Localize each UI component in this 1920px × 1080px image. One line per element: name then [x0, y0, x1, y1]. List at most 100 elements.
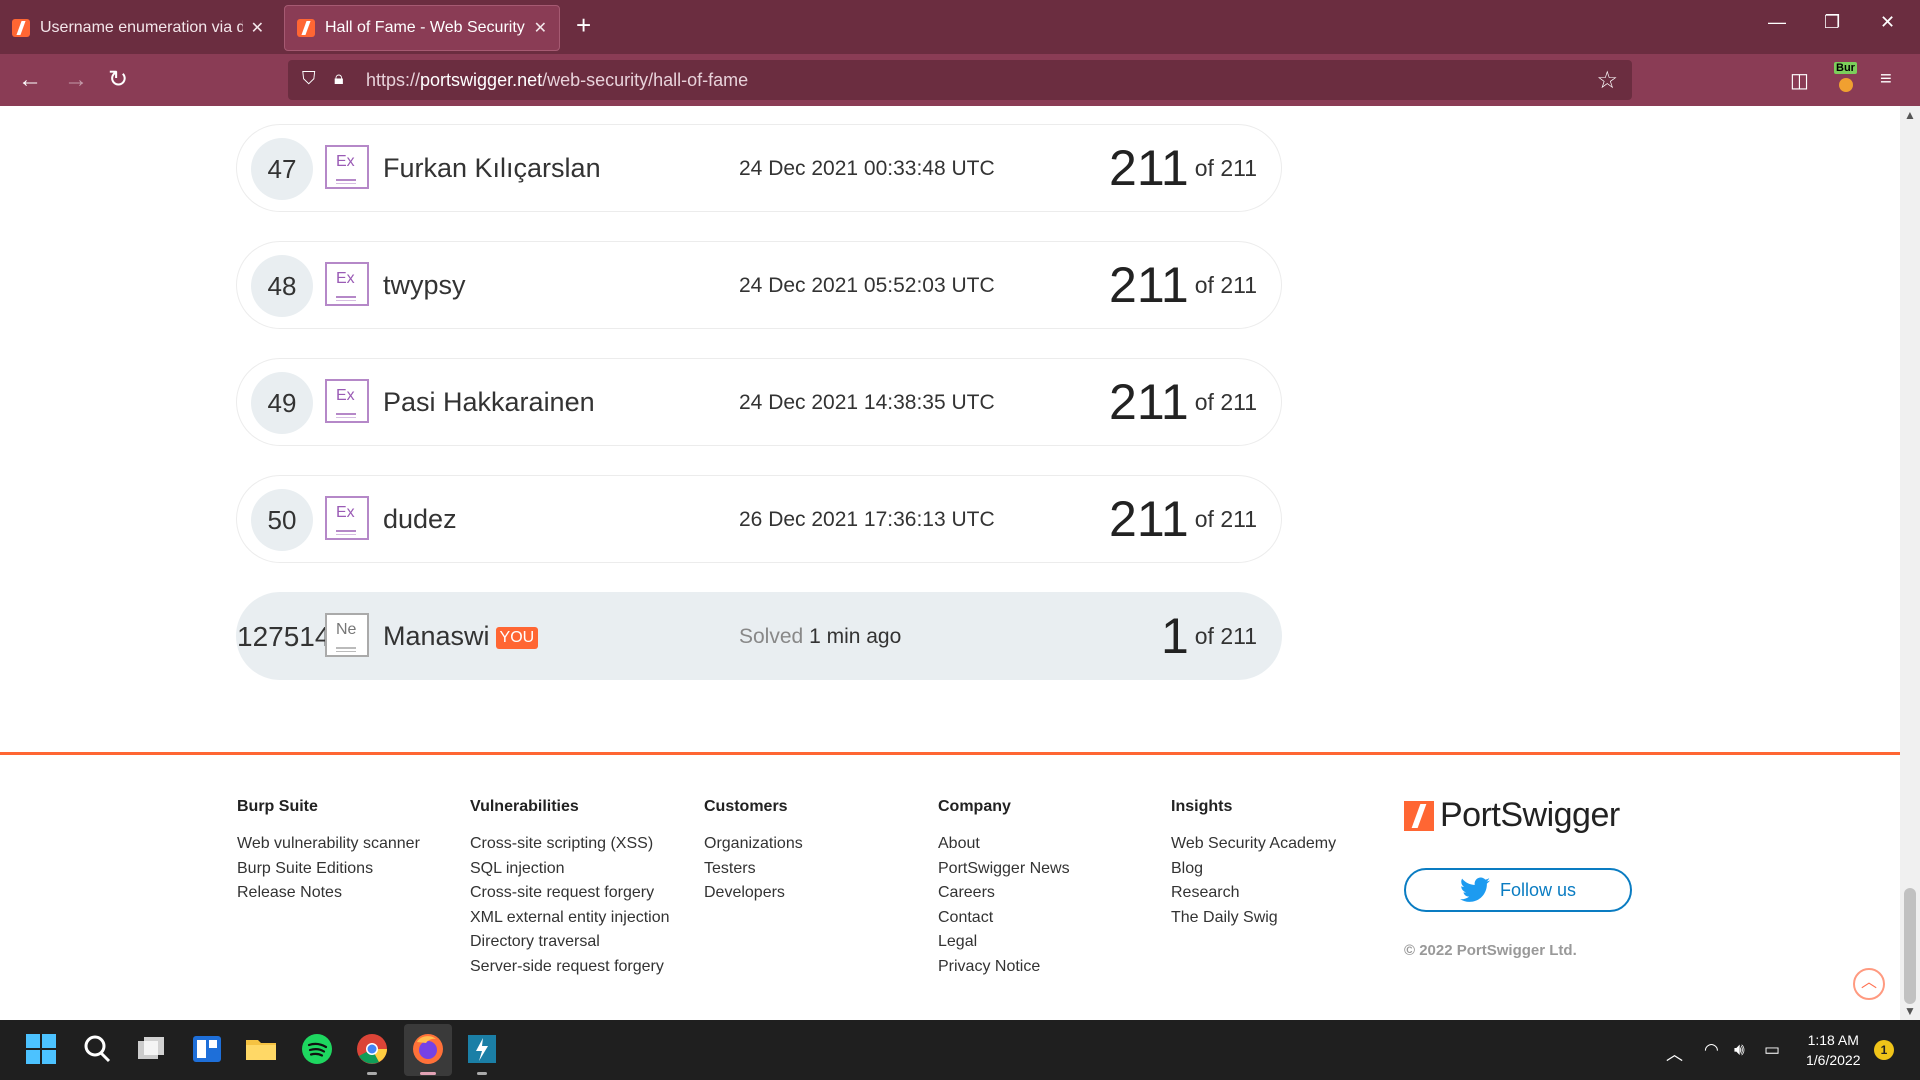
- tab-strip: Username enumeration via diffe ✕ Hall of…: [0, 0, 1920, 54]
- widgets-icon[interactable]: [190, 1032, 224, 1066]
- windows-start-icon[interactable]: [24, 1032, 58, 1066]
- footer-link[interactable]: PortSwigger News: [938, 857, 1070, 882]
- footer-link[interactable]: Careers: [938, 881, 1070, 906]
- close-tab-icon[interactable]: ✕: [534, 18, 547, 38]
- new-tab-icon[interactable]: +: [576, 10, 591, 41]
- footer-link[interactable]: Server-side request forgery: [470, 955, 670, 980]
- url-text[interactable]: https://portswigger.net/web-security/hal…: [366, 70, 748, 91]
- username: dudez: [383, 504, 457, 534]
- burp-extension-icon[interactable]: Bur: [1834, 62, 1860, 92]
- completion-date: 24 Dec 2021 14:38:35 UTC: [739, 391, 995, 414]
- footer-link[interactable]: Release Notes: [237, 881, 420, 906]
- footer-column-customers: Customers Organizations Testers Develope…: [704, 798, 803, 906]
- shield-icon[interactable]: ⛉: [302, 68, 316, 89]
- twitter-bird-icon: [1459, 877, 1490, 902]
- copyright-text: © 2022 PortSwigger Ltd.: [1404, 942, 1577, 959]
- footer-heading: Company: [938, 798, 1011, 815]
- leaderboard-row: 47 Ex Furkan Kılıçarslan 24 Dec 2021 00:…: [236, 124, 1282, 212]
- tab-username-enumeration[interactable]: Username enumeration via diffe ✕: [0, 5, 276, 51]
- scroll-to-top-icon[interactable]: ︿: [1853, 968, 1885, 1000]
- footer-link[interactable]: Organizations: [704, 832, 803, 857]
- scroll-up-icon[interactable]: ▲: [1904, 108, 1916, 122]
- rank-number: 48: [251, 255, 313, 317]
- footer-link[interactable]: Web Security Academy: [1171, 832, 1336, 857]
- burp-suite-icon[interactable]: [465, 1032, 499, 1066]
- footer-link[interactable]: XML external entity injection: [470, 906, 670, 931]
- footer-link[interactable]: About: [938, 832, 1070, 857]
- footer-link[interactable]: Burp Suite Editions: [237, 857, 420, 882]
- rank-number: 49: [251, 372, 313, 434]
- restore-icon[interactable]: ❐: [1824, 12, 1840, 33]
- page-content: 47 Ex Furkan Kılıçarslan 24 Dec 2021 00:…: [0, 106, 1900, 1020]
- score: 211 of 211: [1109, 140, 1257, 196]
- wifi-icon[interactable]: ◠: [1704, 1040, 1719, 1060]
- address-bar[interactable]: ⛉ 🔒︎ https://portswigger.net/web-securit…: [288, 60, 1632, 100]
- firefox-icon[interactable]: [411, 1032, 445, 1066]
- footer-link[interactable]: Contact: [938, 906, 1070, 931]
- follow-us-button[interactable]: Follow us: [1404, 868, 1632, 912]
- notification-badge[interactable]: 1: [1874, 1040, 1894, 1060]
- footer-link[interactable]: Cross-site request forgery: [470, 881, 670, 906]
- battery-icon[interactable]: ▭: [1764, 1040, 1780, 1060]
- scrollbar-thumb[interactable]: [1904, 888, 1916, 1004]
- completion-date: 26 Dec 2021 17:36:13 UTC: [739, 508, 995, 531]
- close-window-icon[interactable]: ✕: [1880, 12, 1895, 33]
- username: Pasi Hakkarainen: [383, 387, 595, 417]
- completion-date: 24 Dec 2021 05:52:03 UTC: [739, 274, 995, 297]
- chrome-icon[interactable]: [355, 1032, 389, 1066]
- footer-column-insights: Insights Web Security Academy Blog Resea…: [1171, 798, 1336, 930]
- search-icon[interactable]: [80, 1032, 114, 1066]
- footer-link[interactable]: Legal: [938, 930, 1070, 955]
- footer-link[interactable]: Cross-site scripting (XSS): [470, 832, 670, 857]
- footer-heading: Insights: [1171, 798, 1233, 815]
- score: 1 of 211: [1160, 608, 1257, 664]
- completion-date: 24 Dec 2021 00:33:48 UTC: [739, 157, 995, 180]
- rank-number: 47: [251, 138, 313, 200]
- task-view-icon[interactable]: [134, 1032, 168, 1066]
- page-scrollbar[interactable]: ▲ ▼: [1900, 106, 1920, 1020]
- expert-badge-icon: Ex: [325, 379, 369, 423]
- footer-link[interactable]: Privacy Notice: [938, 955, 1070, 980]
- volume-icon[interactable]: 🔊︎: [1734, 1040, 1745, 1060]
- tab-title: Username enumeration via diffe: [40, 19, 243, 36]
- footer-heading: Customers: [704, 798, 788, 815]
- navigation-toolbar: ← → ↻ ⛉ 🔒︎ https://portswigger.net/web-s…: [0, 54, 1920, 106]
- leaderboard-row: 49 Ex Pasi Hakkarainen 24 Dec 2021 14:38…: [236, 358, 1282, 446]
- bookmark-star-icon[interactable]: ☆: [1596, 66, 1618, 95]
- score: 211 of 211: [1109, 491, 1257, 547]
- spotify-icon[interactable]: [300, 1032, 334, 1066]
- file-explorer-icon[interactable]: [244, 1032, 278, 1066]
- footer-link[interactable]: Blog: [1171, 857, 1336, 882]
- footer-link[interactable]: Testers: [704, 857, 803, 882]
- tab-title: Hall of Fame - Web Security Ac: [325, 19, 526, 36]
- footer-link[interactable]: Directory traversal: [470, 930, 670, 955]
- close-tab-icon[interactable]: ✕: [251, 18, 264, 38]
- score: 211 of 211: [1109, 257, 1257, 313]
- scroll-down-icon[interactable]: ▼: [1904, 1004, 1916, 1018]
- solved-time: Solved 1 min ago: [739, 625, 902, 648]
- show-hidden-icons-icon[interactable]: ︿: [1666, 1040, 1683, 1065]
- username: Furkan Kılıçarslan: [383, 153, 601, 183]
- minimize-icon[interactable]: —: [1768, 12, 1786, 33]
- forward-icon[interactable]: →: [64, 66, 88, 94]
- menu-icon[interactable]: ≡: [1880, 68, 1892, 91]
- lock-icon[interactable]: 🔒︎: [334, 68, 344, 89]
- portswigger-favicon-icon: [297, 19, 315, 37]
- back-icon[interactable]: ←: [18, 66, 42, 94]
- system-clock[interactable]: 1:18 AM 1/6/2022: [1806, 1030, 1861, 1070]
- current-user-row: 127514 Ne Manaswi YOU Solved 1 min ago 1o…: [236, 592, 1282, 680]
- footer-link[interactable]: Web vulnerability scanner: [237, 832, 420, 857]
- footer-link[interactable]: The Daily Swig: [1171, 906, 1336, 931]
- portswigger-logo-icon: [1404, 800, 1434, 831]
- portswigger-logo[interactable]: PortSwigger: [1404, 796, 1620, 835]
- footer-column-company: Company About PortSwigger News Careers C…: [938, 798, 1070, 979]
- follow-us-label: Follow us: [1499, 879, 1577, 900]
- tab-hall-of-fame[interactable]: Hall of Fame - Web Security Ac ✕: [284, 5, 560, 51]
- footer-link[interactable]: SQL injection: [470, 857, 670, 882]
- rank-number: 50: [251, 489, 313, 551]
- reload-icon[interactable]: ↻: [108, 66, 128, 94]
- footer-link[interactable]: Research: [1171, 881, 1336, 906]
- pocket-icon[interactable]: ◫: [1790, 68, 1809, 93]
- newcomer-badge-icon: Ne: [325, 613, 369, 657]
- footer-link[interactable]: Developers: [704, 881, 803, 906]
